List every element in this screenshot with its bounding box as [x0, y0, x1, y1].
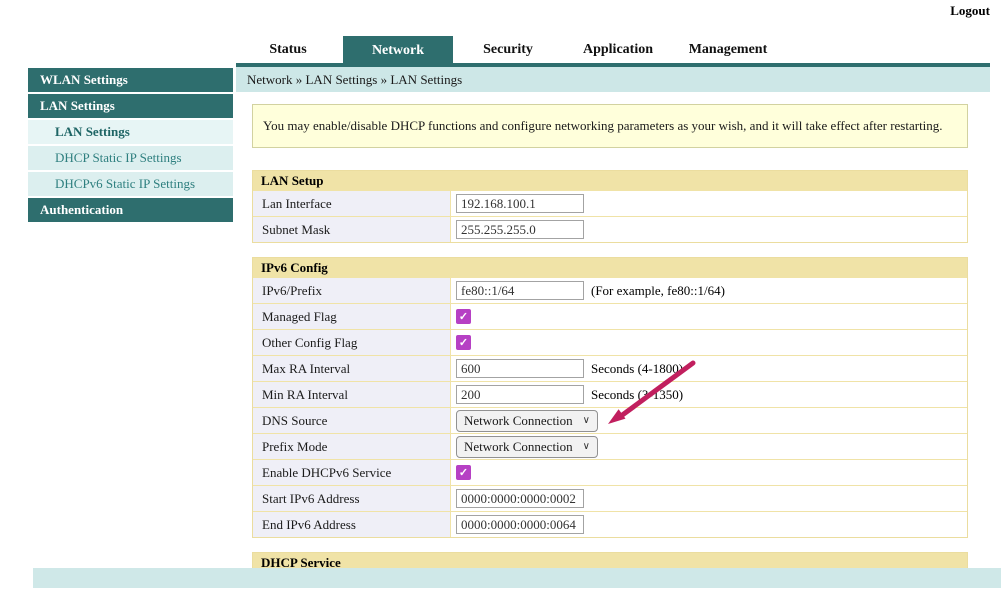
form-row-other-config-flag: Other Config Flag ✓ [253, 329, 967, 355]
ipv6-prefix-input[interactable] [456, 281, 584, 300]
field-value-cell: ✓ [451, 460, 967, 485]
field-value-cell [451, 512, 967, 537]
dns-source-select[interactable]: Network Connection ∨ [456, 410, 598, 432]
field-label: Managed Flag [253, 304, 451, 329]
field-label: Other Config Flag [253, 330, 451, 355]
field-value-cell: Network Connection ∨ [451, 408, 967, 433]
sidebar-item-lan-settings[interactable]: LAN Settings [28, 94, 233, 118]
field-value-cell: Network Connection ∨ [451, 434, 967, 459]
form-row-min-ra-interval: Min RA Interval Seconds (3-1350) [253, 381, 967, 407]
field-hint: Seconds (3-1350) [591, 387, 683, 403]
field-hint: Seconds (4-1800) [591, 361, 683, 377]
field-label: Subnet Mask [253, 217, 451, 242]
field-label: End IPv6 Address [253, 512, 451, 537]
sidebar-item-lan-settings[interactable]: LAN Settings [28, 120, 233, 144]
form-row-max-ra-interval: Max RA Interval Seconds (4-1800) [253, 355, 967, 381]
field-label: DNS Source [253, 408, 451, 433]
other-config-flag-checkbox[interactable]: ✓ [456, 335, 471, 350]
end-ipv6-address-input[interactable] [456, 515, 584, 534]
form-row-end-ipv6-address: End IPv6 Address [253, 511, 967, 537]
field-label: Max RA Interval [253, 356, 451, 381]
section-header-ipv6-config: IPv6 Config [253, 258, 967, 277]
select-value: Network Connection [464, 439, 573, 455]
select-value: Network Connection [464, 413, 573, 429]
field-value-cell [451, 191, 967, 216]
section-ipv6-config: IPv6 ConfigIPv6/Prefix (For example, fe80… [252, 257, 968, 538]
field-hint: (For example, fe80::1/64) [591, 283, 725, 299]
section-header-lan-setup: LAN Setup [253, 171, 967, 190]
min-ra-interval-input[interactable] [456, 385, 584, 404]
max-ra-interval-input[interactable] [456, 359, 584, 378]
lan-interface-input[interactable] [456, 194, 584, 213]
chevron-down-icon: ∨ [583, 415, 590, 426]
form-row-ipv6-prefix: IPv6/Prefix (For example, fe80::1/64) [253, 277, 967, 303]
tab-status[interactable]: Status [233, 36, 343, 63]
section-lan-setup: LAN SetupLan InterfaceSubnet Mask [252, 170, 968, 243]
subnet-mask-input[interactable] [456, 220, 584, 239]
breadcrumb: Network » LAN Settings » LAN Settings [236, 67, 990, 92]
chevron-down-icon: ∨ [583, 441, 590, 452]
footer-band [33, 568, 1001, 588]
field-value-cell [451, 217, 967, 242]
start-ipv6-address-input[interactable] [456, 489, 584, 508]
form-row-prefix-mode: Prefix Mode Network Connection ∨ [253, 433, 967, 459]
notice-box: You may enable/disable DHCP functions an… [252, 104, 968, 148]
form-row-dns-source: DNS Source Network Connection ∨ [253, 407, 967, 433]
field-label: Start IPv6 Address [253, 486, 451, 511]
section-table: IPv6 ConfigIPv6/Prefix (For example, fe80… [252, 257, 968, 538]
enable-dhcpv6-service-checkbox[interactable]: ✓ [456, 465, 471, 480]
field-label: Lan Interface [253, 191, 451, 216]
sidebar-item-authentication[interactable]: Authentication [28, 198, 233, 222]
sidebar: WLAN SettingsLAN SettingsLAN SettingsDHC… [28, 68, 233, 224]
field-value-cell: Seconds (4-1800) [451, 356, 967, 381]
logout-link[interactable]: Logout [950, 3, 990, 19]
field-label: Enable DHCPv6 Service [253, 460, 451, 485]
field-value-cell: ✓ [451, 304, 967, 329]
tab-management[interactable]: Management [673, 36, 783, 63]
section-table: LAN SetupLan InterfaceSubnet Mask [252, 170, 968, 243]
field-label: IPv6/Prefix [253, 278, 451, 303]
field-label: Min RA Interval [253, 382, 451, 407]
tab-application[interactable]: Application [563, 36, 673, 63]
field-value-cell: Seconds (3-1350) [451, 382, 967, 407]
field-value-cell: (For example, fe80::1/64) [451, 278, 967, 303]
tab-security[interactable]: Security [453, 36, 563, 63]
field-value-cell [451, 486, 967, 511]
form-row-enable-dhcpv6-service: Enable DHCPv6 Service ✓ [253, 459, 967, 485]
sidebar-item-dhcp-static-ip-settings[interactable]: DHCP Static IP Settings [28, 146, 233, 170]
managed-flag-checkbox[interactable]: ✓ [456, 309, 471, 324]
field-label: Prefix Mode [253, 434, 451, 459]
field-value-cell: ✓ [451, 330, 967, 355]
form-row-lan-interface: Lan Interface [253, 190, 967, 216]
form-row-start-ipv6-address: Start IPv6 Address [253, 485, 967, 511]
sidebar-item-dhcpv6-static-ip-settings[interactable]: DHCPv6 Static IP Settings [28, 172, 233, 196]
form-row-subnet-mask: Subnet Mask [253, 216, 967, 242]
notice-text: You may enable/disable DHCP functions an… [263, 118, 943, 134]
sidebar-item-wlan-settings[interactable]: WLAN Settings [28, 68, 233, 92]
form-sections: LAN SetupLan InterfaceSubnet Mask IPv6 Co… [252, 170, 968, 587]
form-row-managed-flag: Managed Flag ✓ [253, 303, 967, 329]
prefix-mode-select[interactable]: Network Connection ∨ [456, 436, 598, 458]
